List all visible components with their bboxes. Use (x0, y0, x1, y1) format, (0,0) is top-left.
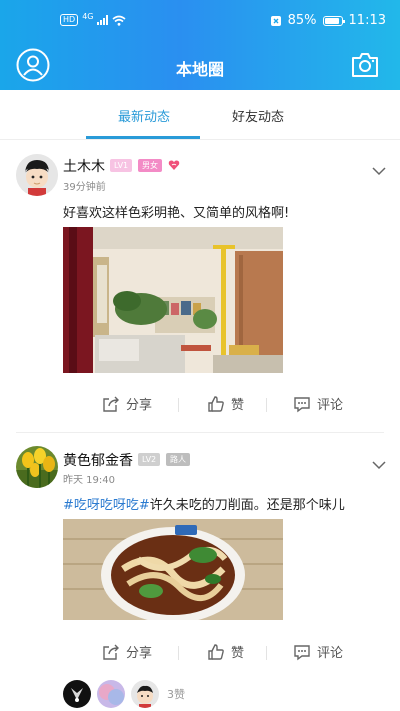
noodle-bowl-image (63, 519, 283, 620)
chevron-down-icon[interactable] (372, 166, 386, 176)
level-badge: LV1 (110, 159, 133, 172)
living-room-image (63, 227, 283, 373)
clock: 11:13 (348, 13, 386, 28)
comment-label: 评论 (317, 398, 344, 413)
like-button[interactable]: 赞 (207, 394, 244, 413)
username[interactable]: 土木木 (63, 156, 105, 176)
like-label: 赞 (231, 646, 245, 661)
post-image[interactable] (63, 519, 283, 620)
post-actions: 分享 赞 评论 (0, 640, 400, 668)
avatar[interactable] (16, 154, 58, 196)
post-time: 39分钟前 (63, 182, 106, 193)
liker-avatar[interactable] (63, 680, 91, 708)
action-divider (178, 646, 179, 660)
title-bar: 本地圈 (0, 44, 400, 90)
comment-icon (294, 396, 310, 412)
cartoon-boy-avatar-icon (131, 680, 159, 708)
comment-label: 评论 (317, 646, 344, 661)
tab-bar: 最新动态 好友动态 (0, 90, 400, 140)
action-divider (266, 398, 267, 412)
thumbs-up-icon (208, 643, 224, 660)
tab-friends[interactable]: 好友动态 (232, 106, 284, 125)
share-button[interactable]: 分享 (102, 394, 152, 413)
wifi-icon (112, 15, 126, 26)
comment-button[interactable]: 评论 (293, 642, 343, 661)
share-label: 分享 (126, 646, 153, 661)
page-title: 本地圈 (175, 60, 224, 79)
share-label: 分享 (126, 398, 153, 413)
action-divider (266, 646, 267, 660)
hd-badge: HD (60, 14, 79, 26)
like-button[interactable]: 赞 (207, 642, 244, 661)
app-header: HD 4G 85% 11:13 本地圈 (0, 0, 400, 90)
status-left: HD 4G (60, 11, 126, 26)
camera-icon[interactable] (350, 50, 380, 80)
post-text: 好喜欢这样色彩明艳、又简单的风格啊! (63, 206, 290, 221)
post-actions: 分享 赞 评论 (0, 392, 400, 420)
share-icon (103, 396, 119, 412)
active-tab-indicator (86, 136, 200, 139)
post-time: 昨天 19:40 (63, 475, 115, 486)
share-button[interactable]: 分享 (102, 642, 152, 661)
vibrate-icon (270, 15, 281, 26)
comment-button[interactable]: 评论 (293, 394, 343, 413)
tag-badge: 男女 (138, 159, 162, 172)
chevron-down-icon[interactable] (372, 460, 386, 470)
comment-icon (294, 644, 310, 660)
battery-icon (322, 15, 345, 26)
post-image[interactable] (63, 227, 283, 373)
post-text: #吃呀吃呀吃#许久未吃的刀削面。还是那个味儿 (63, 494, 345, 513)
signal-icon (97, 15, 109, 25)
like-count: 3赞 (167, 688, 185, 701)
status-bar: HD 4G 85% 11:13 (0, 0, 400, 44)
like-label: 赞 (231, 398, 245, 413)
tulip-avatar-icon (16, 446, 58, 488)
tab-latest[interactable]: 最新动态 (118, 106, 170, 125)
liker-avatar[interactable] (131, 680, 159, 708)
level-badge: LV2 (138, 453, 161, 466)
share-icon (103, 644, 119, 660)
post-separator (16, 432, 384, 433)
likers-row: 3赞 (63, 680, 185, 708)
pastel-avatar-icon (97, 680, 125, 708)
network-label: 4G (82, 11, 94, 21)
dark-avatar-icon (63, 680, 91, 708)
action-divider (178, 398, 179, 412)
status-right: 85% 11:13 (270, 13, 386, 28)
hashtag-link[interactable]: #吃呀吃呀吃# (63, 498, 150, 513)
post-text-body: 许久未吃的刀削面。还是那个味儿 (149, 498, 345, 513)
liker-avatar[interactable] (97, 680, 125, 708)
tag-badge: 路人 (166, 453, 190, 466)
battery-percent: 85% (287, 13, 317, 28)
cartoon-boy-avatar-icon (16, 154, 58, 196)
thumbs-up-icon (208, 395, 224, 412)
avatar[interactable] (16, 446, 58, 488)
username[interactable]: 黄色郁金香 (63, 450, 133, 470)
heart-badge-icon (168, 160, 180, 170)
